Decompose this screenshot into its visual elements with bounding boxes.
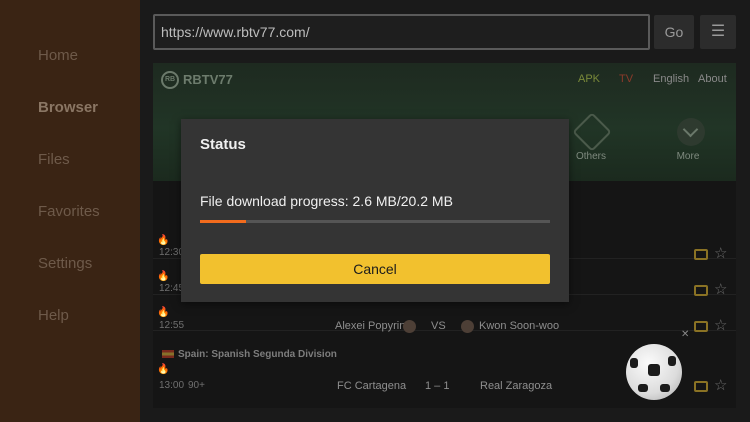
tv-icon[interactable]: [694, 321, 708, 332]
download-progress-bar: [200, 220, 550, 223]
home-team: FC Cartagena: [337, 380, 407, 392]
sidebar-item-settings[interactable]: Settings: [38, 255, 92, 272]
cancel-button[interactable]: Cancel: [200, 254, 550, 284]
sidebar-item-favorites[interactable]: Favorites: [38, 203, 100, 220]
match-time: 13:00: [159, 380, 185, 391]
menu-icon[interactable]: ☰: [700, 15, 736, 49]
soccer-ball-icon[interactable]: [626, 344, 682, 400]
match-time: 12:55: [159, 320, 185, 331]
status-dialog: Status File download progress: 2.6 MB/20…: [181, 119, 569, 302]
sidebar-item-help[interactable]: Help: [38, 307, 69, 324]
ball-patch: [630, 358, 638, 368]
fire-icon: 🔥: [157, 307, 170, 318]
favorite-star-icon[interactable]: ☆: [714, 316, 727, 334]
ball-patch: [660, 384, 670, 392]
favorite-star-icon[interactable]: ☆: [714, 376, 727, 394]
player-avatar: [461, 320, 474, 333]
spain-flag-icon: [162, 350, 174, 358]
tv-link[interactable]: TV: [619, 73, 633, 85]
download-progress-text: File download progress: 2.6 MB/20.2 MB: [200, 193, 453, 209]
language-link[interactable]: English: [653, 73, 689, 85]
go-button[interactable]: Go: [654, 15, 694, 49]
site-title[interactable]: RBTV77: [183, 72, 233, 87]
more-chevron-icon: [677, 118, 705, 146]
home-player: Alexei Popyrin: [335, 320, 406, 332]
category-more[interactable]: More: [658, 151, 718, 162]
close-ad-icon[interactable]: ✕: [681, 329, 689, 340]
fire-icon: 🔥: [157, 364, 170, 375]
about-link[interactable]: About: [698, 73, 727, 85]
url-input[interactable]: https://www.rbtv77.com/: [153, 14, 650, 50]
ball-patch: [648, 364, 660, 376]
sidebar-item-files[interactable]: Files: [38, 151, 70, 168]
dialog-title: Status: [200, 136, 246, 153]
away-player: Kwon Soon-woo: [479, 320, 560, 332]
match-score: 1 – 1: [425, 380, 450, 392]
away-team: Real Zaragoza: [480, 380, 553, 392]
app-root: Home Browser Files Favorites Settings He…: [0, 0, 750, 422]
sidebar-item-browser[interactable]: Browser: [38, 99, 98, 116]
player-avatar: [403, 320, 416, 333]
site-logo: RB: [161, 71, 179, 89]
category-others[interactable]: Others: [561, 151, 621, 162]
vs-label: VS: [431, 320, 446, 332]
fire-icon: 🔥: [157, 235, 170, 246]
match-minute: 90+: [188, 380, 205, 391]
tv-icon[interactable]: [694, 381, 708, 392]
others-category-icon: [572, 112, 612, 152]
sidebar: Home Browser Files Favorites Settings He…: [0, 0, 140, 422]
apk-link[interactable]: APK: [578, 73, 600, 85]
ball-patch: [638, 384, 648, 392]
sidebar-item-home[interactable]: Home: [38, 47, 78, 64]
league-name: Spain: Spanish Segunda Division: [178, 349, 337, 360]
progress-bar-fill: [200, 220, 246, 223]
url-text: https://www.rbtv77.com/: [161, 24, 310, 40]
fire-icon: 🔥: [157, 271, 170, 282]
ball-patch: [668, 356, 676, 366]
